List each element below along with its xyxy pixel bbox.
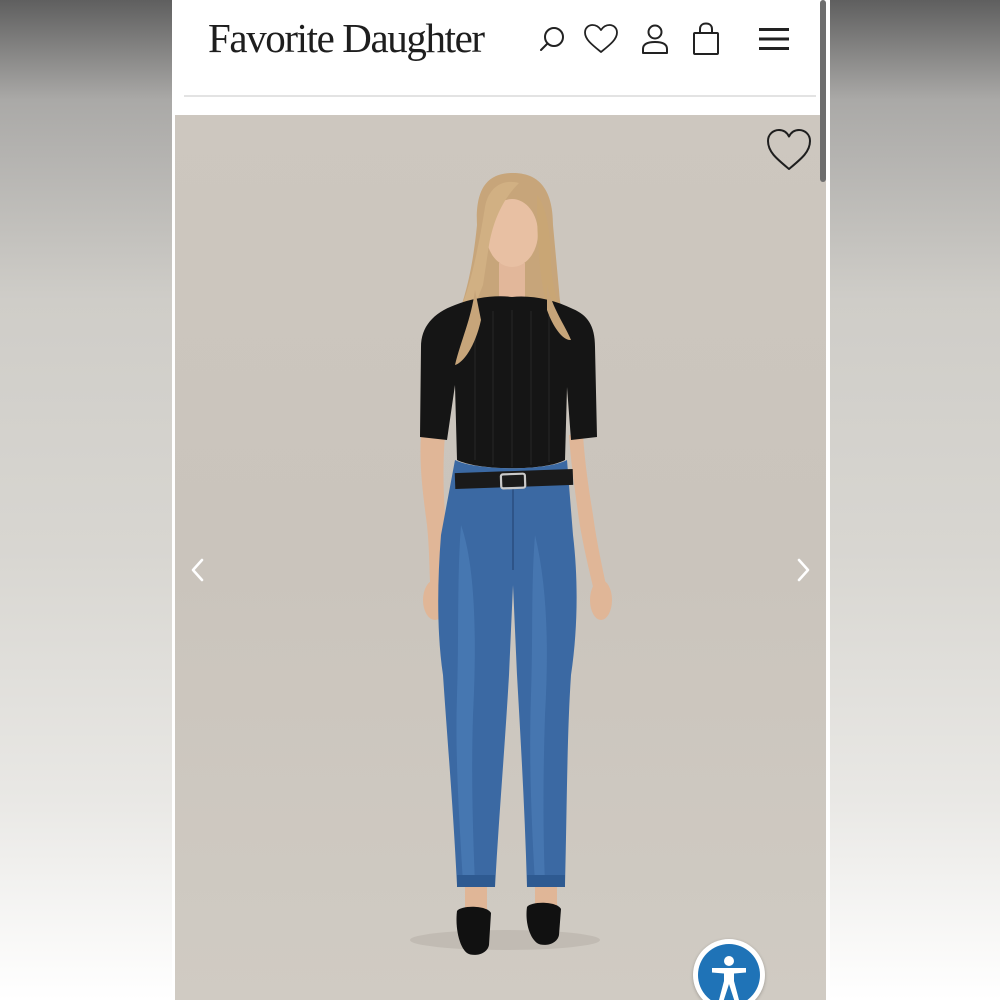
site-header: Favorite Daughter (172, 0, 830, 97)
phone-screen: Favorite Daughter (172, 0, 830, 1000)
next-image-button[interactable] (788, 555, 818, 585)
shopping-bag-icon (693, 22, 719, 55)
product-photo (410, 173, 612, 955)
accessibility-badge (698, 944, 760, 1000)
accessibility-button[interactable] (693, 939, 765, 1000)
background-right (830, 0, 1000, 1000)
menu-button[interactable] (756, 20, 792, 58)
favorite-button[interactable] (765, 127, 813, 173)
search-button[interactable] (534, 20, 570, 58)
search-icon (540, 27, 564, 51)
product-image-carousel[interactable] (175, 115, 826, 1000)
account-button[interactable] (637, 20, 673, 58)
menu-icon (759, 28, 789, 50)
previous-image-button[interactable] (183, 555, 213, 585)
page-scrollbar[interactable] (820, 0, 826, 182)
wishlist-button[interactable] (583, 20, 619, 58)
account-icon (642, 24, 668, 54)
favorite-heart-icon (767, 129, 811, 170)
brand-logo[interactable]: Favorite Daughter (208, 14, 485, 62)
wishlist-heart-icon (584, 24, 618, 53)
accessibility-icon (712, 956, 746, 1000)
chevron-left-icon (191, 558, 204, 582)
background-left (0, 0, 172, 1000)
header-divider (184, 95, 816, 97)
chevron-right-icon (797, 558, 810, 582)
cart-button[interactable] (688, 20, 724, 58)
